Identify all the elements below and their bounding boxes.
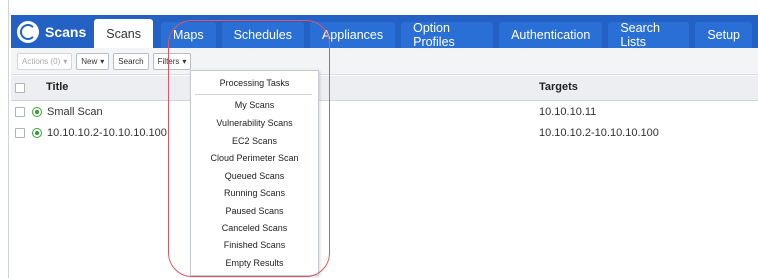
status-ok-icon xyxy=(32,128,42,138)
filters-label: Filters xyxy=(157,56,180,66)
scan-title[interactable]: 10.10.10.2-10.10.10.100 xyxy=(47,127,167,139)
module-title: Scans xyxy=(45,23,87,40)
column-title[interactable]: Title xyxy=(46,81,68,93)
chevron-down-icon: ▾ xyxy=(182,56,187,66)
module-tab-bar: Scans Scans Maps Schedules Appliances Op… xyxy=(11,15,758,49)
tab-setup[interactable]: Setup xyxy=(695,22,752,48)
tab-option-profiles[interactable]: Option Profiles xyxy=(401,21,494,49)
scan-targets: 10.10.10.11 xyxy=(539,106,597,118)
row-checkbox[interactable] xyxy=(15,128,25,138)
scan-targets: 10.10.10.2-10.10.10.100 xyxy=(539,127,659,139)
search-button[interactable]: Search xyxy=(113,52,149,70)
actions-label: Actions (0) xyxy=(22,56,61,66)
qualys-logo-icon xyxy=(17,20,39,43)
menu-item-finished-scans[interactable]: Finished Scans xyxy=(191,237,318,253)
status-ok-icon xyxy=(32,107,42,117)
menu-item-queued-scans[interactable]: Queued Scans xyxy=(191,168,318,184)
tab-authentication[interactable]: Authentication xyxy=(499,22,603,48)
tab-search-lists[interactable]: Search Lists xyxy=(608,21,690,49)
filters-dropdown-menu: Processing Tasks My Scans Vulnerability … xyxy=(190,70,319,276)
new-button[interactable]: New ▾ xyxy=(76,52,110,70)
column-targets[interactable]: Targets xyxy=(539,81,578,93)
menu-item-vulnerability-scans[interactable]: Vulnerability Scans xyxy=(191,115,318,131)
scan-title[interactable]: Small Scan xyxy=(47,106,103,118)
menu-item-empty-results[interactable]: Empty Results xyxy=(191,255,318,271)
tab-scans[interactable]: Scans xyxy=(94,19,153,48)
menu-item-canceled-scans[interactable]: Canceled Scans xyxy=(191,220,318,236)
scan-list-toolbar: Actions (0) ▾ New ▾ Search Filters ▾ xyxy=(11,48,758,75)
scans-module-header: Scans xyxy=(11,15,94,48)
table-header: Title Targets xyxy=(11,76,758,101)
select-all-checkbox[interactable] xyxy=(15,83,25,93)
menu-item-my-scans[interactable]: My Scans xyxy=(191,97,318,113)
chevron-down-icon: ▾ xyxy=(63,56,68,66)
tab-appliances[interactable]: Appliances xyxy=(309,22,396,48)
table-row[interactable]: Small Scan 10.10.10.11 xyxy=(11,103,758,123)
chevron-down-icon: ▾ xyxy=(100,56,105,66)
menu-item-ec2-scans[interactable]: EC2 Scans xyxy=(191,133,318,149)
tab-maps[interactable]: Maps xyxy=(161,22,216,48)
search-label: Search xyxy=(118,56,144,66)
menu-divider xyxy=(195,94,312,95)
menu-item-paused-scans[interactable]: Paused Scans xyxy=(191,203,318,219)
filters-button[interactable]: Filters ▾ xyxy=(152,52,192,70)
menu-item-processing-tasks[interactable]: Processing Tasks xyxy=(191,75,318,91)
table-row[interactable]: 10.10.10.2-10.10.10.100 10.10.10.2-10.10… xyxy=(11,124,758,144)
new-label: New xyxy=(81,56,98,66)
row-checkbox[interactable] xyxy=(15,107,25,117)
actions-button[interactable]: Actions (0) ▾ xyxy=(17,52,73,70)
menu-item-running-scans[interactable]: Running Scans xyxy=(191,185,318,201)
menu-item-cloud-perimeter-scan[interactable]: Cloud Perimeter Scan xyxy=(191,150,318,166)
tab-schedules[interactable]: Schedules xyxy=(221,22,304,48)
